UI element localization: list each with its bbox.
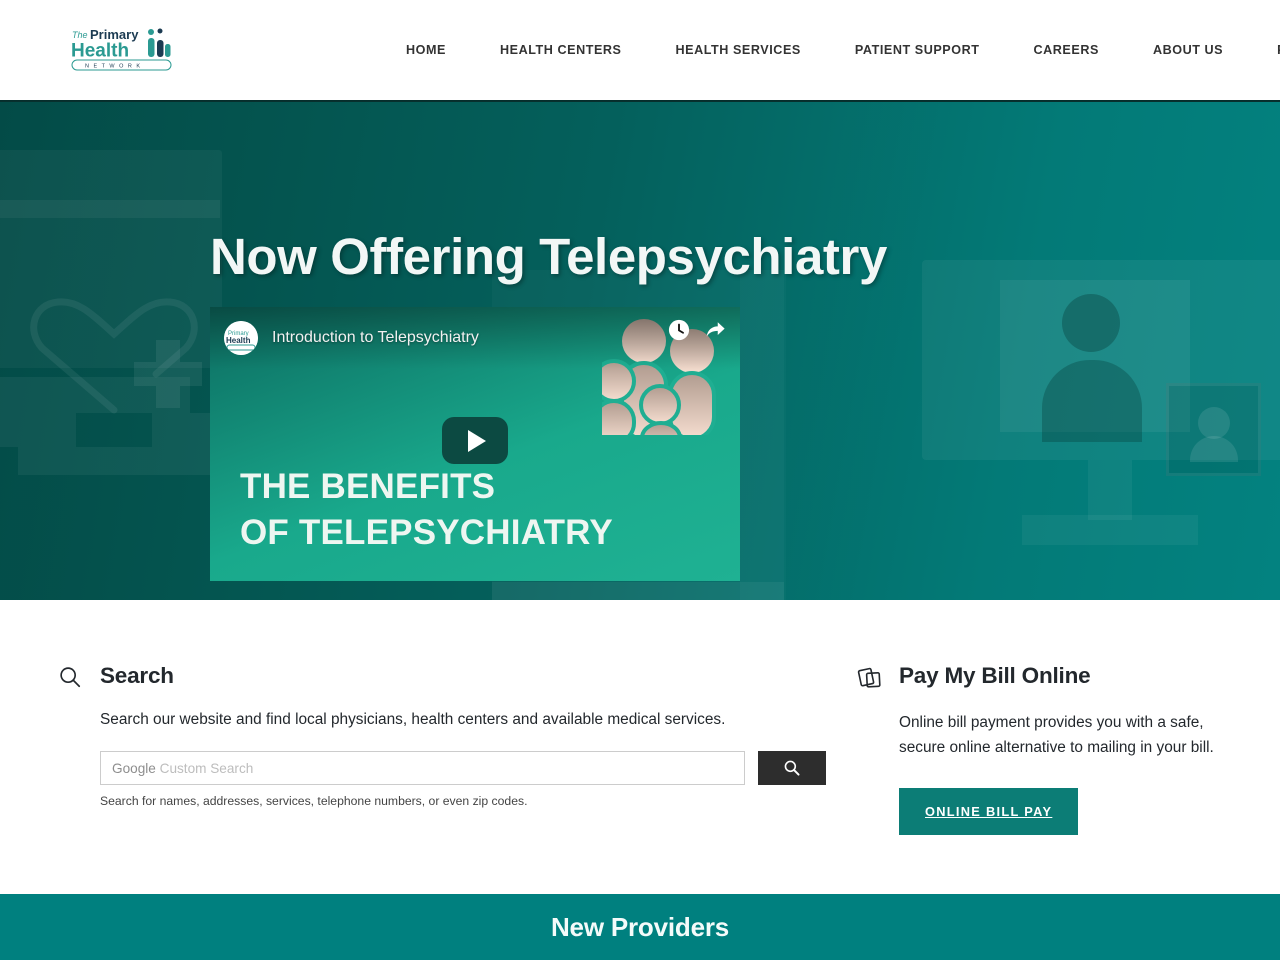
hero-decor-monitor-base — [1022, 515, 1198, 545]
nav-item-health-services[interactable]: HEALTH SERVICES — [649, 0, 828, 100]
hero-decor-left-foot — [18, 447, 218, 475]
search-input-wrapper[interactable]: Google Custom Search — [100, 750, 745, 786]
nav-item-patient-portal[interactable]: PATIENT PORTAL — [1250, 0, 1280, 100]
hero-title: Now Offering Telepsychiatry — [210, 228, 887, 285]
video-thumbnail-headline: THE BENEFITS OF TELEPSYCHIATRY — [240, 464, 613, 557]
search-icon — [784, 760, 800, 776]
nav-item-careers[interactable]: CAREERS — [1007, 0, 1126, 100]
search-submit-button[interactable] — [758, 750, 826, 785]
hero-decor-person-head — [1062, 294, 1120, 352]
watch-later-clock-icon[interactable] — [668, 319, 690, 341]
new-providers-title: New Providers — [550, 911, 730, 942]
bill-pay-block: Pay My Bill Online Online bill payment p… — [857, 662, 1227, 835]
hero-banner: Now Offering Telepsychiatry Primary Heal… — [0, 100, 1280, 600]
services-section: Search Search our website and find local… — [0, 600, 1280, 894]
bill-pay-block-header: Pay My Bill Online — [857, 662, 1227, 697]
search-description: Search our website and find local physic… — [100, 711, 726, 728]
search-icon — [58, 662, 100, 694]
search-title: Search — [100, 663, 174, 688]
heart-with-medical-cross-icon — [30, 298, 202, 414]
video-headline-line1: THE BENEFITS — [240, 466, 496, 506]
channel-avatar: Primary Health — [224, 321, 258, 355]
site-logo[interactable]: The Primary Health N E T W O R K — [70, 25, 180, 73]
video-action-buttons — [668, 319, 726, 341]
search-block-body: Search our website and find local physic… — [100, 708, 828, 808]
bill-pay-description: Online bill payment provides you with a … — [899, 714, 1214, 756]
search-block-header: Search — [58, 662, 828, 694]
logo-network: N E T W O R K — [85, 64, 142, 70]
hero-decor-person-body — [1042, 360, 1142, 442]
search-placeholder-rest: Custom Search — [155, 760, 254, 776]
main-navigation: HOME HEALTH CENTERS HEALTH SERVICES PATI… — [392, 0, 1280, 100]
site-header: The Primary Health N E T W O R K HOME HE… — [0, 0, 1280, 100]
nav-item-health-centers[interactable]: HEALTH CENTERS — [473, 0, 649, 100]
hero-decor-pip-head — [1198, 407, 1230, 439]
logo-primary: Primary — [90, 27, 139, 42]
svg-text:Health: Health — [226, 336, 251, 345]
search-note: Search for names, addresses, services, t… — [100, 793, 528, 808]
hero-decor-left-bar — [0, 200, 220, 218]
hero-decor-center-b — [492, 582, 784, 600]
telepsychiatry-video-embed[interactable]: Primary Health Introduction to Telepsych… — [210, 307, 740, 581]
hero-decor-monitor-neck — [1088, 460, 1132, 520]
video-headline-line2: OF TELEPSYCHIATRY — [240, 513, 613, 553]
logo-health: Health — [71, 41, 129, 62]
search-placeholder: Google Custom Search — [112, 752, 253, 786]
nav-item-home[interactable]: HOME — [392, 0, 473, 100]
video-title-bar: Primary Health Introduction to Telepsych… — [210, 307, 740, 369]
online-bill-pay-button[interactable]: ONLINE BILL PAY — [899, 787, 1079, 835]
bill-pay-block-body: Online bill payment provides you with a … — [899, 711, 1227, 835]
primary-health-network-logo-icon: The Primary Health N E T W O R K — [71, 27, 172, 71]
search-form: Google Custom Search — [100, 750, 828, 786]
nav-item-about-us[interactable]: ABOUT US — [1126, 0, 1250, 100]
bill-pay-title: Pay My Bill Online — [899, 663, 1091, 688]
share-arrow-icon[interactable] — [704, 319, 726, 341]
nav-item-patient-support[interactable]: PATIENT SUPPORT — [828, 0, 1007, 100]
logo-the: The — [72, 30, 88, 40]
play-triangle — [468, 429, 486, 452]
new-providers-banner: New Providers — [0, 894, 1280, 960]
search-placeholder-brand: Google — [112, 760, 156, 776]
video-title: Introduction to Telepsychiatry — [272, 329, 479, 346]
search-block: Search Search our website and find local… — [58, 662, 828, 808]
hero-decor-center-e — [740, 270, 786, 600]
bill-documents-icon — [857, 662, 899, 697]
play-icon[interactable] — [442, 417, 508, 464]
